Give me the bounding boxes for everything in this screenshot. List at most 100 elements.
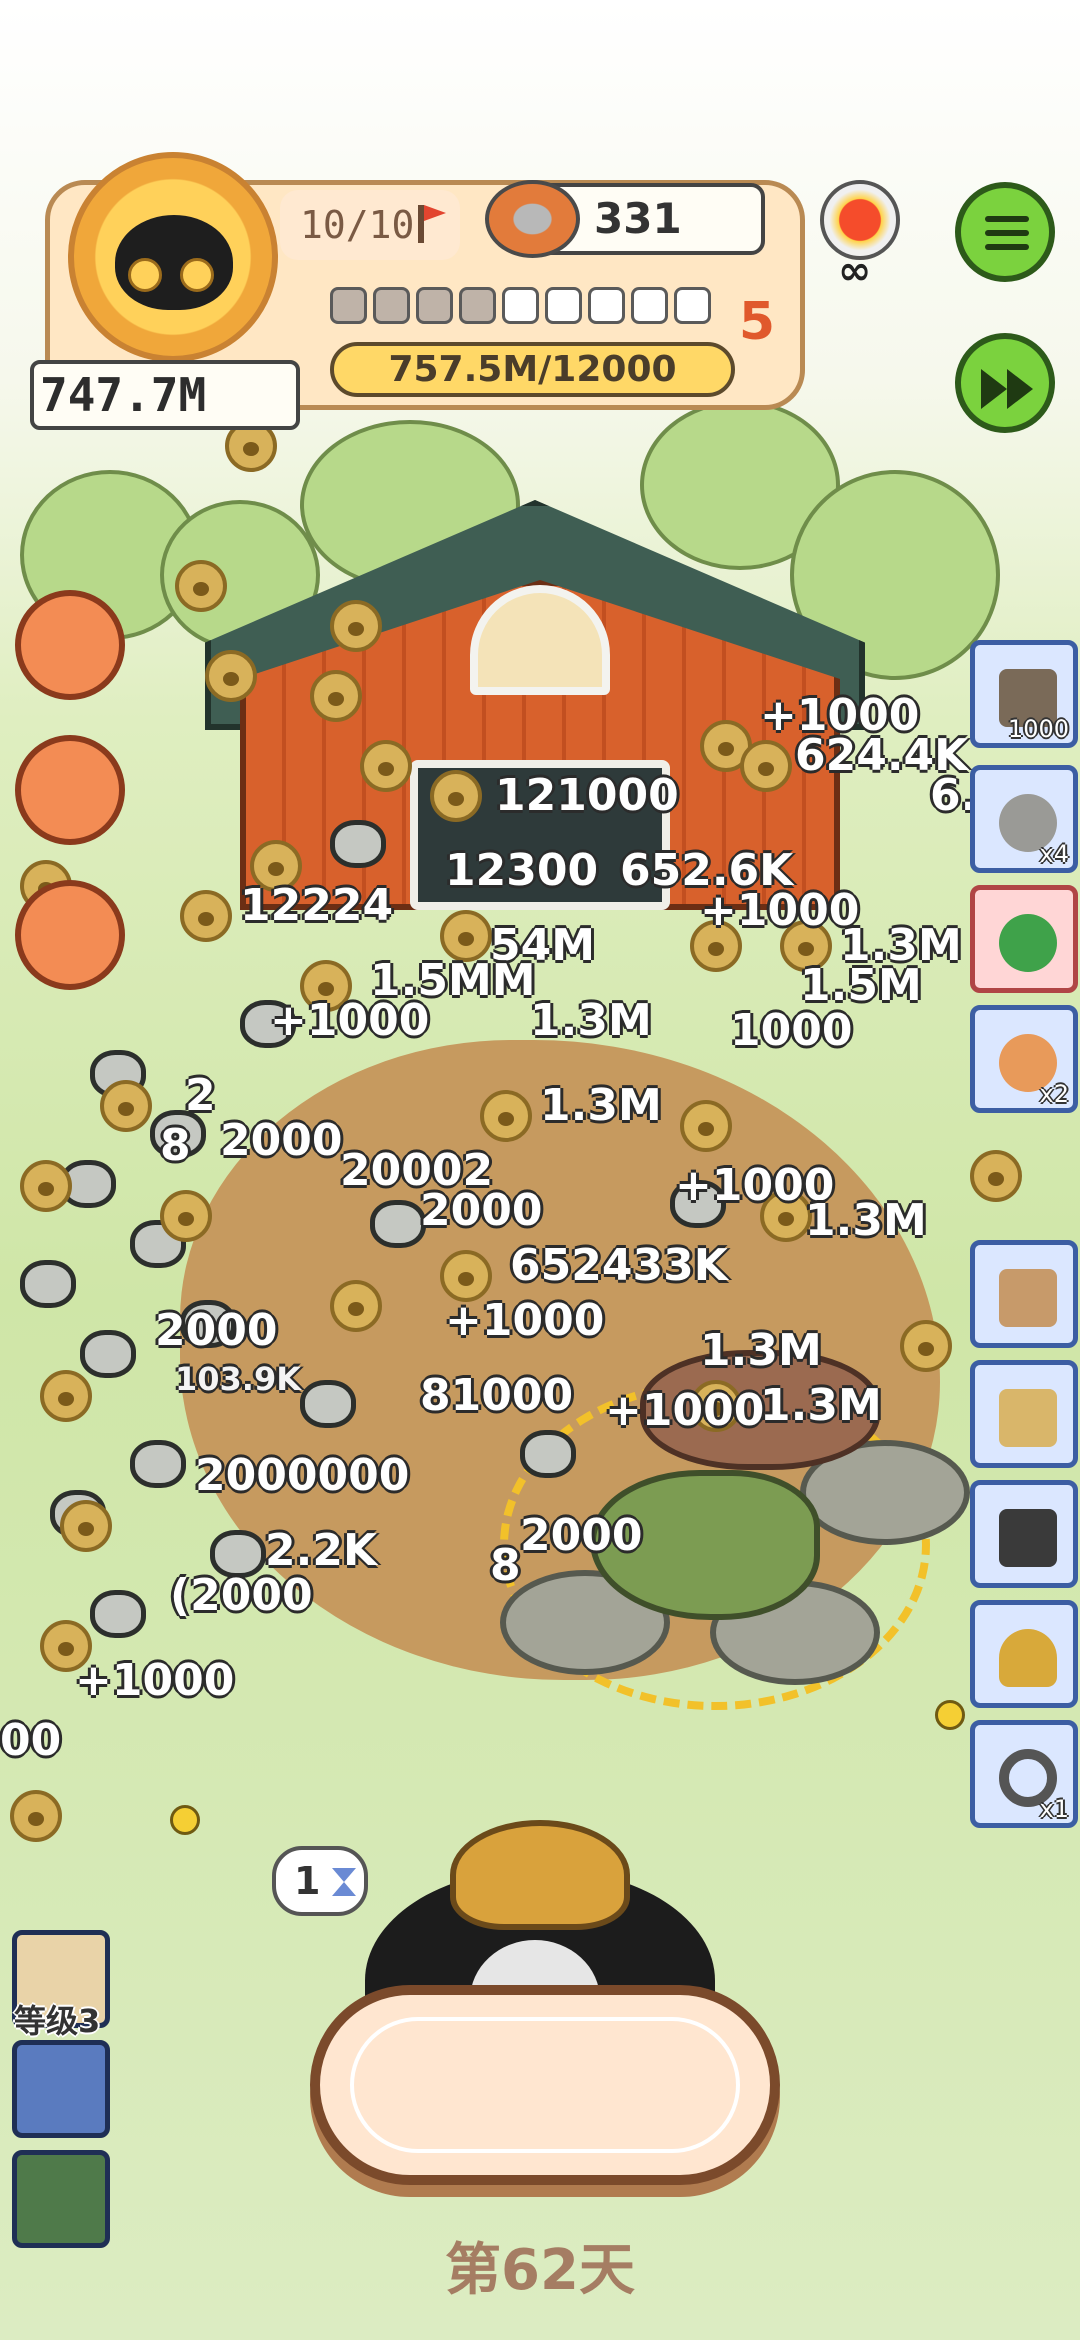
reward-number: +1000: [445, 1295, 605, 1346]
eggs-orb-button[interactable]: [15, 735, 125, 845]
reward-number: 2000: [420, 1185, 543, 1236]
reward-number: 1.3M: [760, 1380, 882, 1431]
reward-number: 00: [0, 1715, 62, 1766]
paw-coin-icon[interactable]: [480, 1090, 532, 1142]
level-label: 等级3: [14, 2002, 101, 2040]
rock-icon: [130, 1440, 186, 1488]
infinity-label: ∞: [838, 248, 872, 294]
reward-number: 81000: [420, 1370, 574, 1421]
green-ability-button[interactable]: [12, 2150, 110, 2248]
reward-number: 2000: [220, 1115, 343, 1166]
rock-icon: [20, 1260, 76, 1308]
card-tag: 1000: [1007, 715, 1069, 743]
crafting-table-icon: [999, 1269, 1057, 1327]
reward-number: 1.3M: [540, 1080, 662, 1131]
menu-icon: [985, 216, 1029, 222]
menu-button[interactable]: [955, 182, 1055, 282]
paw-coin-icon[interactable]: [360, 740, 412, 792]
reward-number: 12224: [240, 880, 394, 931]
reward-number: 121000: [495, 770, 679, 821]
side-card-green-potion[interactable]: [970, 885, 1078, 993]
paw-coin-icon[interactable]: [330, 600, 382, 652]
paw-coin-icon[interactable]: [740, 740, 792, 792]
reward-number: 103.9K: [175, 1360, 302, 1398]
bowl-currency-value: 331: [594, 194, 682, 243]
paw-coin-icon[interactable]: [40, 1370, 92, 1422]
reward-number: 1.3M: [805, 1195, 927, 1246]
side-card-rock-pile[interactable]: x4: [970, 765, 1078, 873]
level-pips: [330, 287, 711, 324]
reward-number: 1.3M: [530, 995, 652, 1046]
pip: [674, 287, 711, 324]
stage-counter: 10/10: [280, 190, 460, 260]
side-card-donut[interactable]: x2: [970, 1005, 1078, 1113]
reward-number: +1000: [75, 1655, 235, 1706]
cat-eye: [180, 258, 214, 292]
reward-number: 2.2K: [265, 1525, 378, 1576]
pip: [588, 287, 625, 324]
side-card-trophy[interactable]: [970, 1600, 1078, 1708]
reward-number: +1000: [700, 885, 860, 936]
reward-number: 12300: [445, 845, 599, 896]
rock-icon: [300, 1380, 356, 1428]
reward-number: 2: [185, 1070, 216, 1121]
day-counter: 第62天: [445, 2238, 635, 2303]
tools-orb-button[interactable]: [15, 880, 125, 990]
paw-coin-icon[interactable]: [100, 1080, 152, 1132]
main-action-button[interactable]: [310, 1985, 780, 2185]
flower-icon: [170, 1805, 200, 1835]
paw-coin-icon[interactable]: [310, 670, 362, 722]
paw-coin-icon[interactable]: [160, 1190, 212, 1242]
paw-coin-icon[interactable]: [430, 770, 482, 822]
money-display: 747.7M: [30, 360, 300, 430]
card-tag: x4: [1039, 840, 1069, 868]
fast-forward-button[interactable]: [955, 333, 1055, 433]
card-tag: x2: [1039, 1080, 1069, 1108]
paw-coin-icon[interactable]: [20, 1160, 72, 1212]
rock-icon: [520, 1430, 576, 1478]
timer-bubble[interactable]: 1: [272, 1846, 368, 1916]
paw-coin-icon[interactable]: [60, 1500, 112, 1552]
pip: [373, 287, 410, 324]
reward-number: 8: [490, 1540, 521, 1591]
paw-coin-icon[interactable]: [205, 650, 257, 702]
cat-eye: [128, 258, 162, 292]
fast-forward-icon: [981, 369, 1007, 409]
paw-coin-icon[interactable]: [175, 560, 227, 612]
food-bowl-icon: [485, 180, 580, 258]
side-card-crafting-table[interactable]: [970, 1240, 1078, 1348]
side-card-rope-ring[interactable]: x1: [970, 1720, 1078, 1828]
timer-count: 1: [294, 1859, 321, 1903]
trophy-icon: [999, 1629, 1057, 1687]
fast-forward-icon: [1007, 369, 1033, 409]
goldfish-orb-button[interactable]: [15, 590, 125, 700]
rock-icon: [330, 820, 386, 868]
paw-coin-icon[interactable]: [330, 1280, 382, 1332]
green-potion-icon: [999, 914, 1057, 972]
rock-icon: [370, 1200, 426, 1248]
level-badge: 5: [738, 292, 776, 352]
side-card-stone-block[interactable]: [970, 1480, 1078, 1588]
paw-coin-icon[interactable]: [180, 890, 232, 942]
pip: [545, 287, 582, 324]
paw-coin-icon[interactable]: [970, 1150, 1022, 1202]
paw-coin-icon[interactable]: [900, 1320, 952, 1372]
cat-hat: [450, 1820, 630, 1930]
paw-coin-icon[interactable]: [10, 1790, 62, 1842]
reward-number: (2000: [170, 1570, 313, 1621]
pip: [502, 287, 539, 324]
reward-number: 652433K: [510, 1240, 728, 1291]
pip: [416, 287, 453, 324]
side-card-straw-hut[interactable]: [970, 1360, 1078, 1468]
flower-icon: [935, 1700, 965, 1730]
side-card-gem-ore[interactable]: 1000: [970, 640, 1078, 748]
experience-progress-bar: 757.5M/12000: [330, 342, 735, 397]
reward-number: 1.3M: [700, 1325, 822, 1376]
stone-block-icon: [999, 1509, 1057, 1567]
paw-coin-icon[interactable]: [680, 1100, 732, 1152]
blue-ability-button[interactable]: [12, 2040, 110, 2138]
pip: [330, 287, 367, 324]
reward-number: 8: [160, 1120, 191, 1171]
reward-number: 2000: [155, 1305, 278, 1356]
stage-text: 10/10: [300, 203, 415, 247]
